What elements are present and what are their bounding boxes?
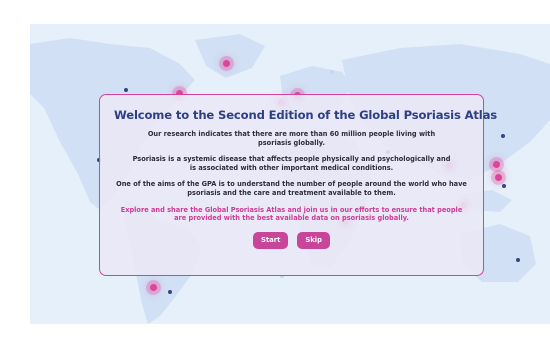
map-marker[interactable]	[124, 88, 128, 92]
intro-paragraph: Our research indicates that there are mo…	[147, 130, 436, 147]
map-marker[interactable]	[495, 174, 502, 181]
map-marker[interactable]	[516, 258, 520, 262]
map-marker[interactable]	[150, 284, 157, 291]
map-marker[interactable]	[223, 60, 230, 67]
map-marker[interactable]	[168, 290, 172, 294]
map-marker[interactable]	[502, 184, 506, 188]
start-button[interactable]: Start	[253, 231, 289, 249]
aims-paragraph: One of the aims of the GPA is to underst…	[116, 180, 467, 197]
disease-paragraph: Psoriasis is a systemic disease that aff…	[132, 155, 451, 172]
welcome-modal: Welcome to the Second Edition of the Glo…	[99, 94, 498, 276]
map-marker[interactable]	[501, 134, 505, 138]
modal-actions: Start Skip	[114, 231, 469, 249]
map-marker[interactable]	[493, 161, 500, 168]
screen: Welcome to the Second Edition of the Glo…	[0, 0, 550, 349]
modal-title: Welcome to the Second Edition of the Glo…	[114, 108, 498, 122]
map-marker[interactable]	[330, 70, 334, 74]
call-to-action: Explore and share the Global Psoriasis A…	[120, 205, 463, 223]
skip-button[interactable]: Skip	[297, 231, 330, 249]
